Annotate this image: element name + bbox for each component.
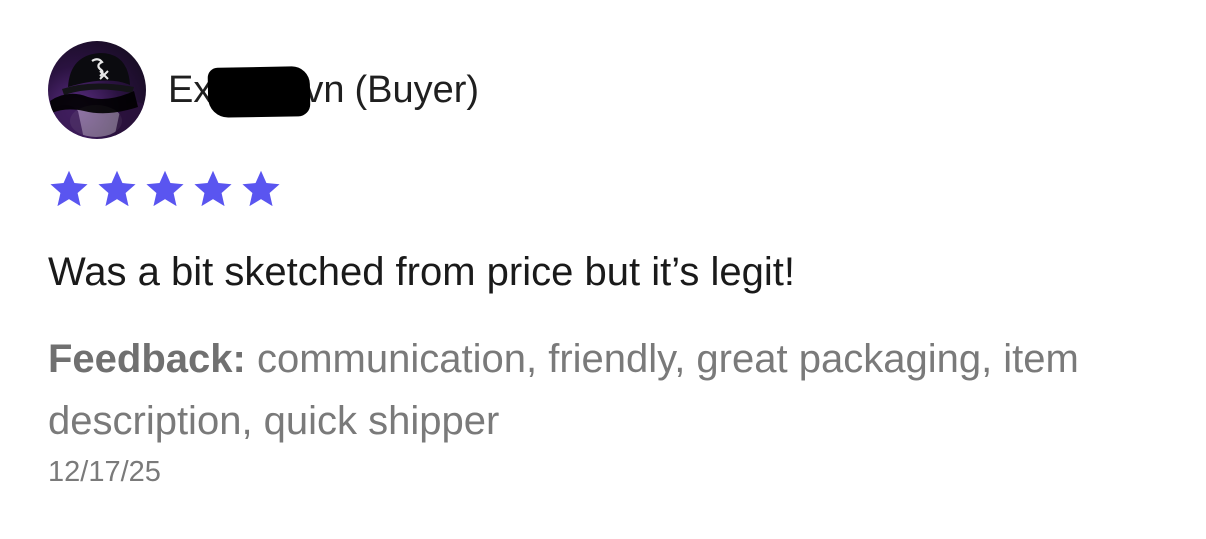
reviewer-role: (Buyer) (354, 69, 480, 111)
review-card: Ex vn (Buyer) Was a bit sketched from pr… (48, 40, 1168, 489)
star-icon (50, 170, 88, 207)
review-comment: Was a bit sketched from price but it’s l… (48, 250, 795, 294)
star-icon (194, 170, 232, 207)
star-icon (242, 170, 280, 207)
star-icon (98, 170, 136, 207)
reviewer-name[interactable]: Ex vn (Buyer) (168, 65, 480, 118)
review-date: 12/17/25 (48, 456, 161, 488)
feedback-line: Feedback: communication, friendly, great… (48, 328, 1168, 452)
avatar-photo-icon (48, 53, 146, 139)
star-rating (48, 168, 1168, 210)
reviewer-name-prefix: Ex (168, 69, 213, 111)
name-redaction-mark (207, 66, 311, 118)
feedback-label: Feedback: (48, 337, 246, 381)
star-icon (146, 170, 184, 207)
review-header: Ex vn (Buyer) (48, 40, 1168, 140)
reviewer-name-suffix: vn (304, 69, 345, 111)
avatar[interactable] (48, 41, 146, 139)
